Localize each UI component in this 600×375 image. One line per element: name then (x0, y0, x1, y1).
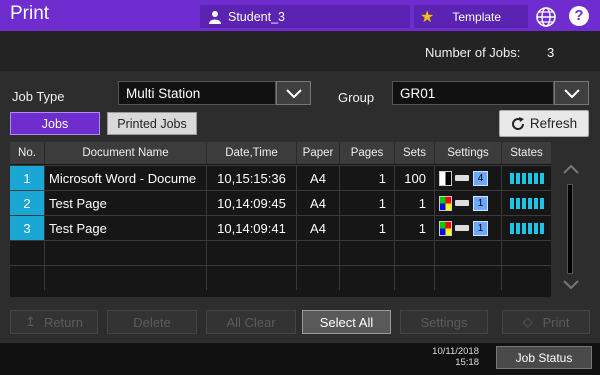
date-time: 10,14:09:41 (207, 216, 297, 240)
job-type-dropdown-button[interactable] (276, 81, 311, 105)
paper-size: A4 (297, 166, 340, 190)
status-bars-icon (509, 197, 544, 209)
column-header-document-name: Document Name (45, 142, 207, 164)
table-row[interactable]: 3 Test Page 10,14:09:41 A4 1 1 1 (10, 215, 551, 240)
group-select[interactable]: GR01 (392, 81, 554, 105)
copies-badge: 1 (473, 195, 488, 211)
document-name: Test Page (45, 216, 207, 240)
template-button[interactable]: ★ Template (414, 5, 528, 28)
column-header-pages: Pages (340, 142, 395, 164)
select-all-button[interactable]: Select All (302, 310, 391, 334)
settings-cell: 1 (435, 191, 502, 215)
date-text: 10/11/2018 (432, 346, 479, 357)
state-cell (502, 166, 551, 190)
time-text: 15:18 (455, 357, 479, 368)
status-bars-icon (509, 172, 544, 184)
full-color-icon (439, 220, 452, 236)
tab-printed-jobs[interactable]: Printed Jobs (107, 112, 197, 135)
paper-size: A4 (297, 216, 340, 240)
column-header-sets: Sets (395, 142, 435, 164)
copies-badge: 1 (473, 220, 488, 236)
chevron-down-icon (285, 88, 302, 98)
return-icon: ↥ (25, 314, 36, 329)
empty-row (10, 240, 551, 265)
table-row[interactable]: 1 Microsoft Word - Docume 10,15:15:36 A4… (10, 165, 551, 190)
user-icon (209, 10, 221, 24)
user-name: Student_3 (228, 9, 285, 24)
column-header-no: No. (10, 142, 45, 164)
jobs-table: No. Document Name Date,Time Paper Pages … (10, 142, 551, 297)
column-header-states: States (502, 142, 551, 164)
refresh-label: Refresh (529, 116, 578, 131)
page-title: Print (10, 3, 50, 24)
column-header-settings: Settings (435, 142, 502, 164)
date-time: 10,15:15:36 (207, 166, 297, 190)
jobs-count-label: Number of Jobs: (425, 45, 521, 60)
staple-icon (455, 175, 469, 181)
row-number: 3 (10, 216, 45, 240)
tab-jobs[interactable]: Jobs (10, 112, 100, 135)
settings-cell: 1 (435, 216, 502, 240)
set-count: 1 (395, 191, 435, 215)
page-count: 1 (340, 166, 395, 190)
page-count: 1 (340, 216, 395, 240)
table-row[interactable]: 2 Test Page 10,14:09:45 A4 1 1 1 (10, 190, 551, 215)
scrollbar-track[interactable] (567, 184, 573, 274)
all-clear-button[interactable]: All Clear (206, 310, 296, 334)
user-button[interactable]: Student_3 (200, 5, 410, 28)
print-button[interactable]: ◇ Print (502, 310, 590, 334)
column-header-date-time: Date,Time (207, 142, 297, 164)
state-cell (502, 216, 551, 240)
job-status-button[interactable]: Job Status (496, 346, 592, 369)
date-time: 10,14:09:45 (207, 191, 297, 215)
page-count: 1 (340, 191, 395, 215)
delete-button[interactable]: Delete (107, 310, 197, 334)
refresh-icon (511, 116, 524, 130)
set-count: 100 (395, 166, 435, 190)
document-name: Microsoft Word - Docume (45, 166, 207, 190)
status-bars-icon (509, 222, 544, 234)
refresh-button[interactable]: Refresh (499, 110, 589, 137)
copies-badge: 4 (473, 170, 488, 186)
staple-icon (455, 225, 469, 231)
job-type-select[interactable]: Multi Station (118, 81, 276, 105)
settings-button[interactable]: Settings (400, 310, 488, 334)
return-label: Return (43, 314, 83, 330)
group-label: Group (338, 90, 375, 105)
star-icon: ★ (420, 8, 435, 26)
state-cell (502, 191, 551, 215)
job-type-label: Job Type (12, 89, 65, 104)
chevron-down-icon (563, 88, 580, 98)
help-icon[interactable]: ? (569, 6, 589, 26)
row-number: 2 (10, 191, 45, 215)
return-button[interactable]: ↥ Return (10, 310, 98, 334)
row-number: 1 (10, 166, 45, 190)
full-color-icon (439, 195, 452, 211)
document-name: Test Page (45, 191, 207, 215)
template-label: Template (452, 9, 502, 24)
group-dropdown-button[interactable] (554, 81, 589, 105)
paper-size: A4 (297, 191, 340, 215)
empty-row (10, 265, 551, 290)
print-icon: ◇ (522, 314, 533, 329)
settings-cell: 4 (435, 166, 502, 190)
set-count: 1 (395, 216, 435, 240)
scroll-up-icon[interactable] (563, 164, 579, 174)
jobs-count-value: 3 (547, 45, 555, 60)
print-label: Print (542, 314, 570, 330)
mono-color-icon (439, 170, 452, 186)
staple-icon (455, 200, 469, 206)
clock: 10/11/2018 15:18 (417, 346, 479, 368)
globe-icon[interactable] (535, 6, 557, 28)
column-header-paper: Paper (297, 142, 340, 164)
scroll-down-icon[interactable] (563, 280, 579, 290)
